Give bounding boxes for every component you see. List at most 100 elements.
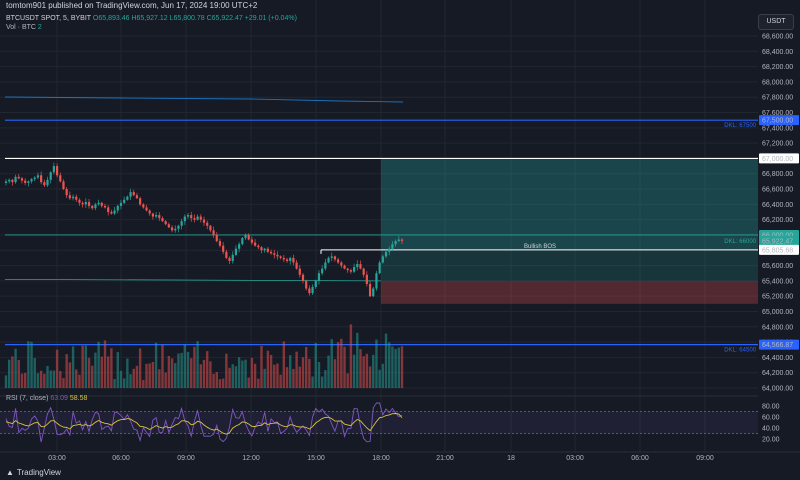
candle-body	[282, 257, 285, 260]
volume-bar	[59, 371, 62, 388]
volume-bar	[65, 354, 68, 388]
candle-body	[107, 207, 110, 212]
price-tick-label: 67,200.00	[762, 141, 793, 148]
candle-body	[311, 286, 314, 294]
candle-body	[298, 268, 301, 275]
candle-body	[333, 256, 337, 260]
candle-body	[337, 259, 340, 263]
candle-body	[397, 239, 400, 242]
currency-button[interactable]: USDT	[758, 14, 794, 30]
candle-body	[292, 257, 295, 263]
volume-bar	[324, 370, 327, 388]
volume-bar	[263, 368, 266, 388]
candle-body	[324, 262, 327, 269]
volume-bar	[202, 359, 206, 388]
volume-bar	[285, 367, 289, 388]
candle-body	[190, 215, 193, 219]
volume-bar	[209, 361, 212, 388]
volume-bar	[292, 368, 295, 388]
volume-bar	[167, 355, 171, 388]
volume-bar	[330, 339, 333, 388]
volume-bar	[269, 354, 273, 388]
rsi-legend: RSI (7, close) 63.09 58.58	[6, 394, 87, 403]
candle-body	[52, 166, 56, 173]
volume-value: 2	[37, 24, 42, 31]
time-tick-label: 18:00	[372, 455, 390, 462]
volume-bar	[106, 356, 110, 388]
candle-body	[123, 199, 126, 203]
candle-body	[375, 273, 378, 289]
volume-bar	[215, 371, 218, 388]
candle-body	[362, 268, 365, 275]
price-label-text: 65,805.68	[762, 247, 793, 254]
candle-body	[180, 221, 183, 226]
volume-bar	[343, 346, 346, 388]
volume-bar	[311, 376, 314, 388]
rsi-label[interactable]: RSI (7, close)	[6, 395, 48, 402]
volume-bar	[177, 353, 180, 388]
volume-bar	[260, 345, 263, 388]
volume-bar	[205, 351, 209, 388]
candle-body	[196, 216, 199, 220]
candle-body	[100, 202, 103, 206]
time-tick-label: 18	[507, 455, 515, 462]
candle-body	[183, 216, 186, 222]
volume-bar	[14, 348, 17, 388]
candle-body	[330, 256, 333, 258]
candle-body	[59, 175, 62, 182]
price-tick-label: 65,400.00	[762, 278, 793, 285]
volume-bar	[183, 344, 187, 388]
candle-body	[20, 178, 24, 181]
symbol-name[interactable]: BTCUSDT SPOT, 5, BYBIT	[6, 15, 91, 22]
time-tick-label: 03:00	[566, 455, 584, 462]
candle-body	[148, 210, 151, 214]
volume-bar	[43, 373, 46, 388]
volume-bar	[39, 370, 43, 388]
volume-bar	[356, 332, 359, 388]
volume-bar	[234, 366, 238, 388]
volume-bar	[113, 379, 116, 388]
candle-body	[381, 256, 384, 263]
volume-bar	[301, 357, 305, 388]
candle-body	[139, 198, 142, 205]
candle-body	[356, 264, 359, 268]
volume-bar	[253, 363, 257, 388]
candle-body	[225, 251, 228, 258]
candle-body	[317, 273, 321, 281]
rsi-ma-value: 58.58	[69, 395, 88, 402]
candle-body	[126, 196, 129, 200]
candle-body	[193, 218, 196, 220]
time-tick-label: 06:00	[112, 455, 130, 462]
volume-bar	[81, 345, 84, 388]
candle-body	[46, 179, 49, 186]
candle-body	[158, 215, 161, 219]
volume-bar	[289, 355, 292, 388]
price-label-text: 64,566.87	[762, 342, 793, 349]
time-tick-label: 15:00	[307, 455, 325, 462]
volume-bar	[30, 341, 33, 388]
candle-body	[260, 247, 263, 251]
candle-body	[234, 248, 238, 255]
price-chart[interactable]: DKL: 67500 DKL: 66000 Bullish BOS DKL: 6450…	[0, 0, 800, 465]
volume-label[interactable]: Vol · BTC	[6, 24, 36, 31]
volume-bar	[244, 359, 247, 388]
candle-body	[359, 264, 362, 269]
volume-bar	[84, 345, 88, 388]
volume-bar	[193, 346, 196, 388]
candle-body	[167, 224, 170, 228]
candle-body	[154, 215, 158, 217]
candle-body	[305, 280, 308, 289]
volume-bar	[97, 341, 100, 388]
candle-body	[343, 265, 346, 269]
volume-bar	[33, 357, 36, 388]
volume-bar	[241, 360, 244, 388]
candle-body	[273, 253, 276, 255]
volume-bar	[349, 324, 353, 388]
close-value: C65,922.47	[206, 15, 243, 22]
volume-bar	[320, 376, 324, 388]
volume-bar	[4, 375, 8, 388]
candle-body	[388, 248, 391, 252]
candle-body	[215, 234, 218, 242]
volume-bar	[212, 373, 215, 388]
candle-body	[279, 256, 282, 258]
